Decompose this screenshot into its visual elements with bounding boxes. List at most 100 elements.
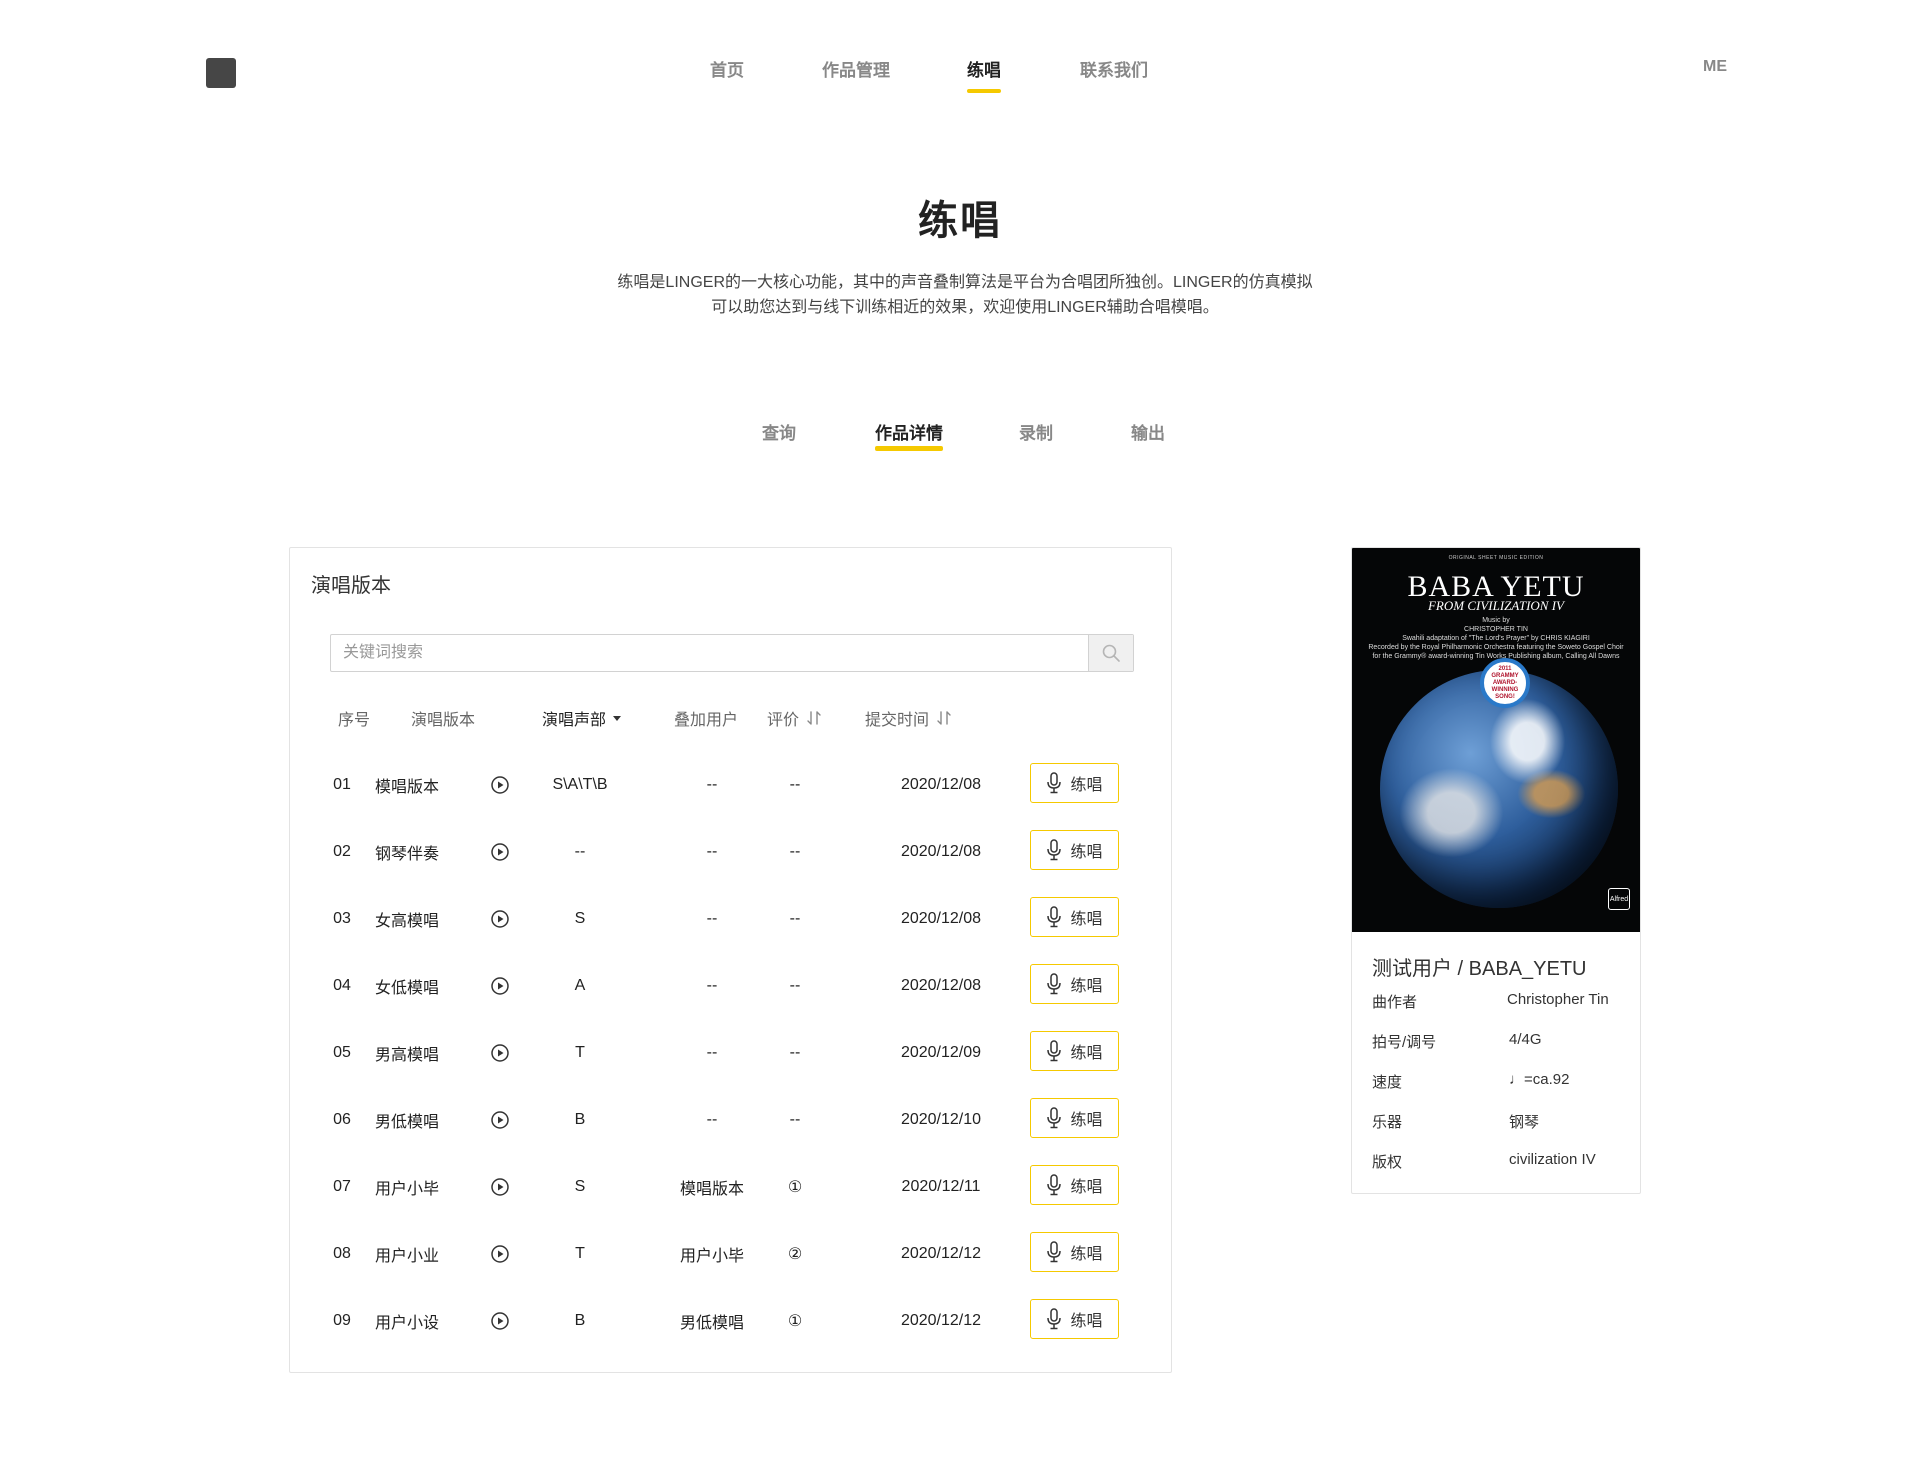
cell-index: 04 [333, 976, 351, 994]
microphone-icon [1047, 1174, 1062, 1196]
table-row: 07 用户小毕 S 模唱版本 ① 2020/12/11 练唱 [290, 1153, 1171, 1220]
top-nav: 首页 作品管理 练唱 联系我们 [0, 56, 1920, 96]
practice-button[interactable]: 练唱 [1030, 1299, 1119, 1339]
versions-card-title: 演唱版本 [311, 575, 391, 597]
cell-index: 01 [333, 775, 351, 793]
tab-export[interactable]: 输出 [1131, 419, 1165, 444]
practice-button[interactable]: 练唱 [1030, 1098, 1119, 1138]
cell-index: 05 [333, 1043, 351, 1061]
tab-work-detail[interactable]: 作品详情 [875, 419, 943, 451]
cell-time: 2020/12/08 [900, 775, 982, 793]
table-row: 05 男高模唱 T -- -- 2020/12/09 练唱 [290, 1019, 1171, 1086]
detail-tempo: 速度 ♩=ca.92 [1372, 1071, 1622, 1095]
cell-part: S [574, 909, 586, 927]
col-rating-sort[interactable]: 评价 [767, 706, 823, 730]
practice-button-label: 练唱 [1070, 777, 1103, 794]
practice-button[interactable]: 练唱 [1030, 964, 1119, 1004]
cover-subtitle: FROM CIVILIZATION IV [1427, 598, 1564, 613]
play-icon [491, 1177, 509, 1196]
nav-contact[interactable]: 联系我们 [1080, 56, 1148, 81]
search-button[interactable] [1088, 635, 1133, 671]
nav-practice[interactable]: 练唱 [967, 56, 1001, 93]
cell-part: S [574, 1177, 586, 1195]
cell-time: 2020/12/09 [900, 1043, 982, 1061]
nav-home[interactable]: 首页 [710, 56, 744, 81]
play-button[interactable] [486, 1019, 514, 1086]
cell-time: 2020/12/08 [900, 842, 982, 860]
col-overlay-label: 叠加用户 [674, 712, 739, 729]
microphone-icon [1047, 973, 1062, 995]
play-button[interactable] [486, 952, 514, 1019]
nav-works[interactable]: 作品管理 [822, 56, 890, 81]
cover-note-1: Swahili adaptation of "The Lord's Prayer… [1402, 635, 1590, 642]
versions-card: 演唱版本 序号 演唱版本 演唱声部 叠加用户 评价 提交时间 01 模唱版本 S\A… [289, 547, 1172, 1373]
play-button[interactable] [486, 1220, 514, 1287]
cell-rating: -- [789, 775, 801, 793]
microphone-icon [1047, 1107, 1062, 1129]
cell-time: 2020/12/12 [900, 1244, 982, 1262]
search-icon [1102, 644, 1120, 662]
detail-label: 曲作者 [1372, 994, 1418, 1011]
play-button[interactable] [486, 885, 514, 952]
play-button[interactable] [486, 818, 514, 885]
page-description: 练唱是LINGER的一大核心功能，其中的声音叠制算法是平台为合唱团所独创。LIN… [610, 270, 1320, 320]
search-input[interactable] [331, 635, 1091, 671]
user-menu[interactable]: ME [1703, 58, 1727, 76]
tab-record[interactable]: 录制 [1019, 419, 1053, 444]
cell-rating: ① [787, 1312, 803, 1330]
detail-composer: 曲作者 Christopher Tin [1372, 991, 1622, 1015]
description-line-1: 练唱是LINGER的一大核心功能，其中的声音叠制算法是平台为合唱团所独创。LIN… [617, 274, 1313, 291]
play-icon [491, 1311, 509, 1330]
play-icon [491, 1110, 509, 1129]
detail-instrument: 乐器 钢琴 [1372, 1111, 1622, 1135]
table-row: 04 女低模唱 A -- -- 2020/12/08 练唱 [290, 952, 1171, 1019]
practice-button-label: 练唱 [1070, 1045, 1103, 1062]
practice-button[interactable]: 练唱 [1030, 1031, 1119, 1071]
cell-overlay: -- [706, 1043, 718, 1061]
col-overlay: 叠加用户 [674, 706, 738, 730]
practice-button[interactable]: 练唱 [1030, 763, 1119, 803]
cell-index: 06 [333, 1110, 351, 1128]
practice-button[interactable]: 练唱 [1030, 1232, 1119, 1272]
play-button[interactable] [486, 751, 514, 818]
practice-button[interactable]: 练唱 [1030, 897, 1119, 937]
cell-version: 用户小设 [374, 1314, 439, 1332]
cell-rating: ① [787, 1178, 803, 1196]
cell-version: 用户小毕 [374, 1180, 439, 1198]
table-header: 序号 演唱版本 演唱声部 叠加用户 评价 提交时间 [290, 706, 1171, 736]
detail-meter-key: 拍号/调号 4/4G [1372, 1031, 1622, 1055]
microphone-icon [1047, 1308, 1062, 1330]
tab-query[interactable]: 查询 [762, 419, 796, 444]
col-rating-label: 评价 [767, 712, 800, 729]
play-button[interactable] [486, 1086, 514, 1153]
table-row: 08 用户小业 T 用户小毕 ② 2020/12/12 练唱 [290, 1220, 1171, 1287]
cell-overlay: 男低模唱 [679, 1314, 744, 1332]
col-version-label: 演唱版本 [411, 712, 476, 729]
cell-rating: -- [789, 842, 801, 860]
practice-button-label: 练唱 [1070, 1179, 1103, 1196]
cell-version: 钢琴伴奏 [374, 845, 439, 863]
practice-button[interactable]: 练唱 [1030, 1165, 1119, 1205]
col-index: 序号 [338, 706, 370, 730]
practice-button[interactable]: 练唱 [1030, 830, 1119, 870]
cell-rating: ② [787, 1245, 803, 1263]
cell-time: 2020/12/10 [900, 1110, 982, 1128]
col-version: 演唱版本 [411, 706, 475, 730]
play-button[interactable] [486, 1153, 514, 1220]
cell-overlay: -- [706, 909, 718, 927]
detail-copyright: 版权 civilization IV [1372, 1151, 1622, 1175]
col-time-sort[interactable]: 提交时间 [865, 706, 953, 730]
grammy-badge: 2011 GRAMMY AWARD-WINNING SONG! [1480, 658, 1530, 708]
play-button[interactable] [486, 1287, 514, 1354]
cell-part: B [574, 1110, 586, 1128]
col-part-label: 演唱声部 [542, 712, 607, 729]
sort-icon [937, 711, 951, 725]
col-part-filter[interactable]: 演唱声部 [542, 706, 622, 730]
cover-composer: CHRISTOPHER TIN [1464, 626, 1528, 633]
table-row: 03 女高模唱 S -- -- 2020/12/08 练唱 [290, 885, 1171, 952]
table-row: 06 男低模唱 B -- -- 2020/12/10 练唱 [290, 1086, 1171, 1153]
col-time-label: 提交时间 [865, 712, 930, 729]
cell-version: 男高模唱 [374, 1046, 439, 1064]
practice-button-label: 练唱 [1070, 911, 1103, 928]
cell-overlay: 用户小毕 [679, 1247, 744, 1265]
